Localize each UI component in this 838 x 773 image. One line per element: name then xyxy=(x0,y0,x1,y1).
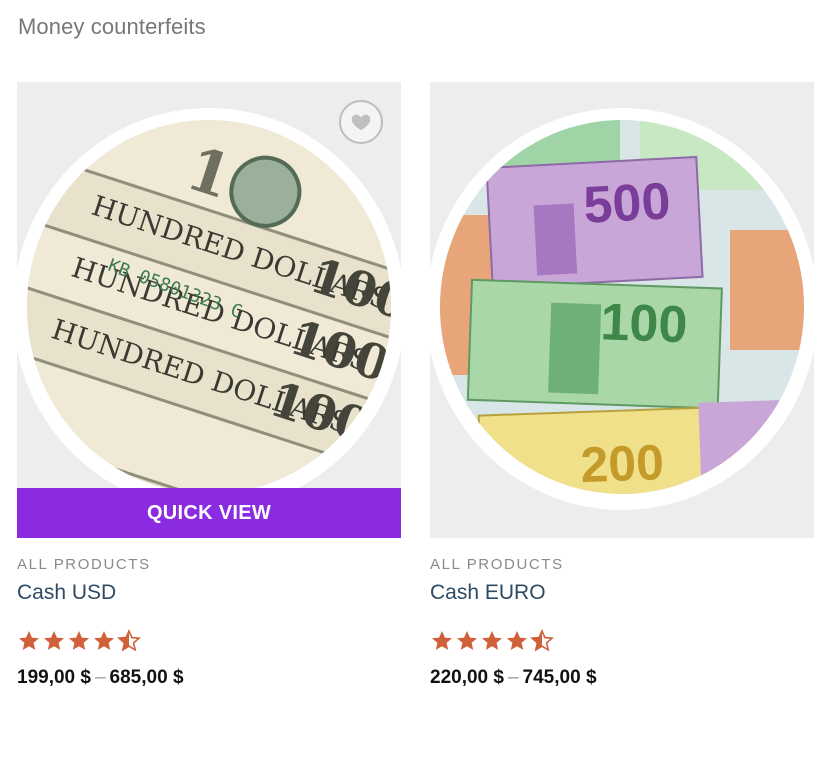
star-rating xyxy=(430,629,814,655)
product-image-area[interactable]: 500 100 200 xyxy=(430,82,814,538)
star-full-icon xyxy=(482,631,502,650)
quick-view-button[interactable]: QUICK VIEW xyxy=(17,488,401,538)
star-rating xyxy=(17,629,401,655)
product-image-usd[interactable]: 1 HUNDRED DOLLARS 100 HUNDRED DOLLARS 10… xyxy=(27,120,391,494)
price-min: 220,00 $ xyxy=(430,667,504,688)
star-full-icon xyxy=(457,631,477,650)
price-separator: – xyxy=(94,667,106,688)
star-half-icon xyxy=(530,629,554,652)
product-image-area[interactable]: 1 HUNDRED DOLLARS 100 HUNDRED DOLLARS 10… xyxy=(17,82,401,538)
product-title[interactable]: Cash USD xyxy=(17,581,401,605)
star-half-icon xyxy=(117,629,141,652)
star-full-icon xyxy=(94,631,114,650)
product-category[interactable]: ALL PRODUCTS xyxy=(17,556,401,573)
product-title[interactable]: Cash EURO xyxy=(430,581,814,605)
product-price: 220,00 $ –745,00 $ xyxy=(430,667,814,689)
price-max: 685,00 $ xyxy=(109,667,184,688)
star-full-icon xyxy=(44,631,64,650)
product-card-euro[interactable]: 500 100 200 ALL PRODUCTS Cash EURO 220,0… xyxy=(430,82,814,689)
svg-text:100: 100 xyxy=(600,293,689,354)
svg-text:200: 200 xyxy=(580,434,665,493)
svg-text:500: 500 xyxy=(582,172,672,234)
star-full-icon xyxy=(19,631,39,650)
star-full-icon xyxy=(507,631,527,650)
product-image-euro[interactable]: 500 100 200 xyxy=(440,120,804,494)
wishlist-button[interactable] xyxy=(339,100,383,144)
price-min: 199,00 $ xyxy=(17,667,91,688)
star-full-icon xyxy=(432,631,452,650)
section-heading: Money counterfeits xyxy=(18,14,206,39)
product-category[interactable]: ALL PRODUCTS xyxy=(430,556,814,573)
star-full-icon xyxy=(69,631,89,650)
heart-icon xyxy=(351,114,371,131)
price-separator: – xyxy=(507,667,519,688)
product-card-usd[interactable]: 1 HUNDRED DOLLARS 100 HUNDRED DOLLARS 10… xyxy=(17,82,401,689)
price-max: 745,00 $ xyxy=(522,667,597,688)
product-price: 199,00 $ –685,00 $ xyxy=(17,667,401,689)
